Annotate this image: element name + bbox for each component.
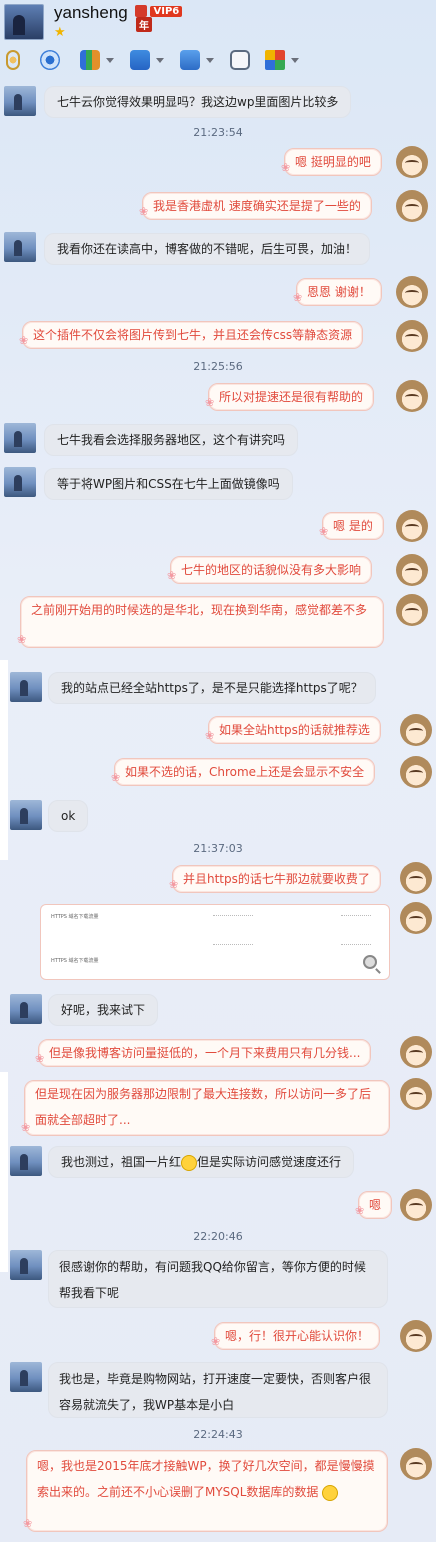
camera-icon <box>40 50 60 70</box>
message-bubble[interactable]: 七牛的地区的话貌似没有多大影响 <box>167 556 373 589</box>
self-avatar[interactable] <box>396 594 428 626</box>
message-bubble[interactable]: 所以对提速还是很有帮助的 <box>205 383 375 416</box>
image-row: HTTPS 域名下载流量 <box>51 958 99 964</box>
microphone-icon <box>6 50 20 70</box>
apps-grid-icon <box>265 50 285 70</box>
file-transfer-button[interactable] <box>130 49 164 71</box>
message-bubble[interactable]: 这个插件不仅会将图片传到七牛，并且还会传css等静态资源 <box>19 321 364 354</box>
timestamp: 22:24:43 <box>193 1428 243 1441</box>
message-bubble[interactable]: 恩恩 谢谢！ <box>293 278 382 311</box>
contact-avatar[interactable] <box>10 800 42 830</box>
chat-toolbar <box>0 44 436 76</box>
message-bubble[interactable]: 我也是，毕竟是购物网站，打开速度一定要快，否则客户很容易就流失了，我WP基本是小… <box>48 1362 388 1418</box>
self-avatar[interactable] <box>400 714 432 746</box>
self-avatar[interactable] <box>396 276 428 308</box>
contact-avatar[interactable] <box>4 423 36 453</box>
message-bubble[interactable]: 我也测过，祖国一片红 但是实际访问感觉速度还行 <box>48 1146 355 1178</box>
self-avatar[interactable] <box>396 554 428 586</box>
self-avatar[interactable] <box>400 1448 432 1480</box>
chevron-down-icon <box>106 57 114 63</box>
emoji-grin-icon <box>322 1484 339 1501</box>
chat-header: yansheng VIP6年 ★ <box>0 0 436 44</box>
crown-icon <box>135 5 147 17</box>
contact-name[interactable]: yansheng <box>54 3 128 23</box>
message-bubble[interactable]: 并且https的话七牛那边就要收费了 <box>169 865 381 898</box>
message-bubble[interactable]: 很感谢你的帮助，有问题我QQ给你留言，等你方便的时候帮我看下呢 <box>48 1250 388 1308</box>
image-attachment[interactable]: HTTPS 域名下载流量 HTTPS 域名下载流量 <box>40 904 390 980</box>
remote-desktop-button[interactable] <box>180 49 214 71</box>
message-bubble[interactable]: 如果不选的话，Chrome上还是会显示不安全 <box>111 758 376 791</box>
message-text: 但是实际访问感觉速度还行 <box>197 1155 342 1169</box>
self-avatar[interactable] <box>396 510 428 542</box>
message-bubble[interactable]: 七牛云你觉得效果明显吗？我这边wp里面图片比较多 <box>44 86 352 118</box>
self-avatar[interactable] <box>400 1189 432 1221</box>
image-table <box>341 915 371 945</box>
message-bubble[interactable]: 但是现在因为服务器那边限制了最大连接数，所以访问一多了后面就全部超时了... <box>21 1080 390 1141</box>
message-bubble[interactable]: ok <box>48 800 89 832</box>
message-bubble[interactable]: 之前刚开始用的时候选的是华北，现在换到华南，感觉都差不多 <box>17 596 384 653</box>
timestamp: 21:23:54 <box>193 126 243 139</box>
message-bubble[interactable]: 嗯 是的 <box>319 512 384 545</box>
self-avatar[interactable] <box>396 380 428 412</box>
image-row: HTTPS 域名下载流量 <box>51 914 99 920</box>
screenshot-seam <box>0 660 8 860</box>
message-bubble[interactable]: 嗯，我也是2015年底才接触WP，换了好几次空间，都是慢慢摸索出来的。之前还不小… <box>23 1450 388 1537</box>
remote-desktop-icon <box>180 50 200 70</box>
chevron-down-icon <box>291 57 299 63</box>
self-avatar[interactable] <box>400 1036 432 1068</box>
contact-avatar[interactable] <box>10 1362 42 1392</box>
timestamp: 21:25:56 <box>193 360 243 373</box>
contact-avatar[interactable] <box>4 232 36 262</box>
timestamp: 21:37:03 <box>193 842 243 855</box>
message-bubble[interactable]: 我的站点已经全站https了，是不是只能选择https了呢？ <box>48 672 376 704</box>
self-avatar[interactable] <box>400 862 432 894</box>
self-avatar[interactable] <box>400 1078 432 1110</box>
chevron-down-icon <box>156 57 164 63</box>
add-app-button[interactable] <box>230 49 250 71</box>
contact-avatar[interactable] <box>4 86 36 116</box>
image-table <box>213 915 253 945</box>
contact-avatar[interactable] <box>10 1146 42 1176</box>
chevron-down-icon <box>206 57 214 63</box>
apps-grid-button[interactable] <box>265 49 299 71</box>
message-bubble[interactable]: 我是香港虚机 速度确实还是提了一些的 <box>139 192 372 225</box>
self-avatar[interactable] <box>396 190 428 222</box>
self-avatar[interactable] <box>400 1320 432 1352</box>
camera-button[interactable] <box>40 49 60 71</box>
star-icon[interactable]: ★ <box>54 25 66 40</box>
contact-avatar[interactable] <box>10 1250 42 1280</box>
message-text: 我也测过，祖国一片红 <box>61 1155 182 1169</box>
message-bubble[interactable]: 嗯 挺明显的吧 <box>281 148 382 181</box>
message-bubble[interactable]: 好呢，我来试下 <box>48 994 159 1026</box>
message-bubble[interactable]: 等于将WP图片和CSS在七牛上面做镜像吗 <box>44 468 293 500</box>
vip-badge-icon[interactable]: VIP6年 <box>135 5 195 32</box>
message-bubble[interactable]: 嗯，行！很开心能认识你！ <box>211 1322 381 1355</box>
message-bubble[interactable]: 但是像我博客访问量挺低的，一个月下来费用只有几分钱... <box>35 1039 372 1072</box>
message-bubble[interactable]: 嗯 <box>355 1191 393 1224</box>
add-app-icon <box>230 50 250 70</box>
contact-avatar[interactable] <box>10 994 42 1024</box>
microphone-button[interactable] <box>6 49 20 71</box>
emoji-crying-icon <box>181 1154 198 1171</box>
contact-avatar[interactable] <box>10 672 42 702</box>
self-avatar[interactable] <box>400 902 432 934</box>
vip-label: VIP6 <box>150 5 183 17</box>
message-bubble[interactable]: 我看你还在读高中，博客做的不错呢，后生可畏，加油！ <box>44 233 371 265</box>
message-bubble[interactable]: 七牛我看会选择服务器地区，这个有讲究吗 <box>44 424 299 456</box>
file-transfer-icon <box>130 50 150 70</box>
vip-year-label: 年 <box>136 17 152 32</box>
contact-avatar[interactable] <box>4 4 44 40</box>
message-bubble[interactable]: 如果全站https的话就推荐选 <box>205 716 381 749</box>
timestamp: 22:20:46 <box>193 1230 243 1243</box>
self-avatar[interactable] <box>396 146 428 178</box>
self-avatar[interactable] <box>400 756 432 788</box>
self-avatar[interactable] <box>396 320 428 352</box>
screen-share-icon <box>80 50 100 70</box>
contact-avatar[interactable] <box>4 467 36 497</box>
screen-share-button[interactable] <box>80 49 114 71</box>
zoom-icon[interactable] <box>363 955 377 969</box>
